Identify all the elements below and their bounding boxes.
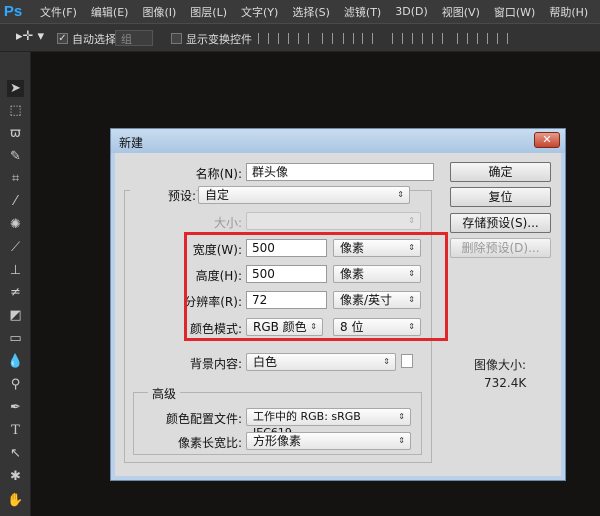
type-icon[interactable]: T [7, 422, 24, 439]
pixel-aspect-value: 方形像素 [253, 434, 302, 448]
align-top-icon[interactable] [258, 33, 269, 44]
auto-select-dropdown[interactable]: 组 [115, 30, 153, 46]
select-arrow-icon: ⇕ [398, 412, 405, 421]
select-arrow-icon: ⇕ [397, 190, 404, 199]
dodge-icon[interactable]: ⚲ [7, 376, 24, 393]
lasso-icon[interactable]: ϖ [7, 125, 24, 142]
select-arrow-icon: ⇕ [408, 216, 415, 225]
marquee-icon[interactable]: ⬚ [7, 102, 24, 119]
size-select[interactable]: ⇕ [246, 212, 421, 230]
menu-edit[interactable]: 编辑(E) [91, 4, 129, 20]
dialog-title: 新建 [119, 136, 144, 150]
menu-layer[interactable]: 图层(L) [190, 4, 227, 20]
show-transform-checkbox[interactable] [171, 33, 182, 44]
select-arrow-icon: ⇕ [398, 436, 405, 445]
reset-button[interactable]: 复位 [450, 187, 551, 207]
menu-file[interactable]: 文件(F) [40, 4, 77, 20]
pixel-aspect-select[interactable]: 方形像素 ⇕ [246, 432, 411, 450]
background-color-swatch[interactable] [401, 354, 413, 368]
show-transform-label: 显示变换控件 [186, 33, 252, 46]
close-button[interactable]: ✕ [534, 132, 560, 148]
menu-bar: Ps 文件(F) 编辑(E) 图像(I) 图层(L) 文字(Y) 选择(S) 滤… [0, 0, 600, 23]
dialog-title-bar: 新建 ✕ [111, 129, 565, 153]
move-icon[interactable]: ➤ [7, 80, 24, 97]
shape-icon[interactable]: ✱ [7, 468, 24, 485]
background-label: 背景内容: [189, 357, 242, 371]
auto-select-value: 组 [121, 33, 132, 46]
align-right-icon[interactable] [362, 33, 373, 44]
align-bottom-icon[interactable] [298, 33, 309, 44]
menu-3d[interactable]: 3D(D) [395, 5, 428, 18]
path-select-icon[interactable]: ↖ [7, 445, 24, 462]
color-profile-label: 颜色配置文件: [165, 412, 242, 426]
distribute-top-icon[interactable] [392, 33, 403, 44]
move-tool-icon[interactable]: ▸✛ ▾ [16, 29, 44, 44]
size-label: 大小: [213, 216, 242, 230]
delete-preset-button[interactable]: 删除预设(D)... [450, 238, 551, 258]
menu-image[interactable]: 图像(I) [142, 4, 176, 20]
image-size-label: 图像大小: [474, 358, 527, 372]
menu-filter[interactable]: 滤镜(T) [344, 4, 381, 20]
background-value: 白色 [253, 355, 278, 369]
image-size-value: 732.4K [484, 376, 527, 390]
menu-window[interactable]: 窗口(W) [494, 4, 535, 20]
align-hcenter-icon[interactable] [343, 33, 354, 44]
brush-icon[interactable]: ⟋ [7, 239, 24, 256]
color-profile-select[interactable]: 工作中的 RGB: sRGB IEC619...⇕ [246, 408, 411, 439]
stamp-icon[interactable]: ⊥ [7, 262, 24, 279]
auto-select-checkbox[interactable]: ✓ [57, 33, 68, 44]
pen-icon[interactable]: ✒ [7, 399, 24, 416]
align-vcenter-icon[interactable] [278, 33, 289, 44]
menu-select[interactable]: 选择(S) [292, 4, 330, 20]
preset-select[interactable]: 自定 ⇕ [198, 186, 410, 204]
distribute-left-icon[interactable] [457, 33, 468, 44]
gradient-icon[interactable]: ▭ [7, 330, 24, 347]
eraser-icon[interactable]: ◩ [7, 307, 24, 324]
crop-icon[interactable]: ⌗ [7, 170, 24, 187]
name-input[interactable]: 群头像 [246, 163, 434, 181]
auto-select-label: 自动选择: [72, 33, 120, 46]
select-arrow-icon: ⇕ [383, 357, 390, 366]
quick-select-icon[interactable]: ✎ [7, 148, 24, 165]
preset-label: 预设: [130, 187, 196, 204]
photoshop-logo: Ps [3, 3, 23, 20]
highlight-annotation-box [184, 232, 448, 341]
tools-panel: ➤ ⬚ ϖ ✎ ⌗ ⁄ ✺ ⟋ ⊥ ≠ ◩ ▭ 💧 ⚲ ✒ T ↖ ✱ ✋ [0, 52, 31, 516]
menu-help[interactable]: 帮助(H) [549, 4, 588, 20]
blur-icon[interactable]: 💧 [7, 353, 24, 370]
ok-button[interactable]: 确定 [450, 162, 551, 182]
healing-icon[interactable]: ✺ [7, 216, 24, 233]
distribute-vcenter-icon[interactable] [412, 33, 423, 44]
distribute-bottom-icon[interactable] [432, 33, 443, 44]
background-select[interactable]: 白色 ⇕ [246, 353, 396, 371]
eyedropper-icon[interactable]: ⁄ [7, 193, 24, 210]
pixel-aspect-label: 像素长宽比: [177, 436, 242, 450]
options-bar: ▸✛ ▾ ✓ 自动选择: 组 显示变换控件 [0, 23, 600, 52]
name-label: 名称(N): [195, 167, 242, 181]
distribute-hcenter-icon[interactable] [477, 33, 488, 44]
hand-icon[interactable]: ✋ [7, 492, 24, 509]
advanced-label: 高级 [148, 385, 181, 402]
menu-view[interactable]: 视图(V) [442, 4, 480, 20]
save-preset-button[interactable]: 存储预设(S)... [450, 213, 551, 233]
history-brush-icon[interactable]: ≠ [7, 284, 24, 301]
preset-value: 自定 [205, 188, 230, 202]
align-left-icon[interactable] [322, 33, 333, 44]
distribute-right-icon[interactable] [497, 33, 508, 44]
menu-type[interactable]: 文字(Y) [241, 4, 278, 20]
